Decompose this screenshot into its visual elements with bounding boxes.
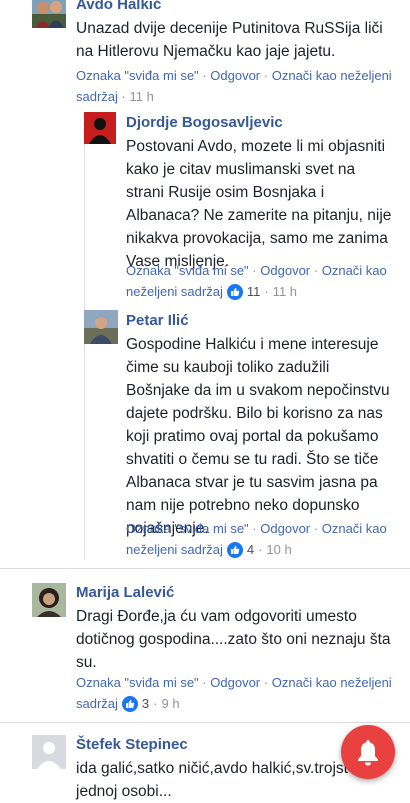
divider [0, 568, 410, 569]
mark-unwanted-action[interactable]: Označi kao neželjeni [272, 68, 392, 83]
avatar[interactable] [32, 735, 66, 769]
profile-photo-icon [32, 0, 66, 28]
comment-author[interactable]: Marija Lalević [76, 584, 174, 601]
comment-text: Dragi Đorđe,ja ću vam odgovoriti umesto … [76, 605, 406, 674]
comment-line: su. [76, 654, 97, 671]
mark-unwanted-action-cont[interactable]: sadržaj [76, 89, 118, 104]
like-count[interactable]: 3 [121, 693, 150, 714]
mark-unwanted-action-cont[interactable]: sadržaj [76, 693, 118, 714]
like-action[interactable]: Oznaka "sviđa mi se" [76, 68, 199, 83]
comment-time: 11 h [272, 284, 298, 299]
comment-line: strani Rusije osim Bosnjaka i [126, 184, 325, 201]
comment-line: shvatiti o čemu se tu radi. Što se tiče [126, 451, 379, 468]
like-count-value: 11 [246, 284, 261, 299]
thumbs-up-icon [121, 695, 138, 712]
comment-line: nam nije potrebno neko dopunsko [126, 497, 360, 514]
profile-photo-icon [84, 310, 118, 344]
comment-text: Postovani Avdo, mozete li mi objasniti k… [126, 135, 406, 273]
comment-actions: Oznaka "sviđa mi se" · Odgovor · Označi … [76, 672, 406, 714]
comment-text: Gospodine Halkiću i mene interesuje čime… [126, 333, 406, 540]
like-action[interactable]: Oznaka "sviđa mi se" [126, 521, 249, 536]
comment-author[interactable]: Petar Ilić [126, 312, 189, 329]
profile-photo-icon [32, 583, 66, 617]
reply-action[interactable]: Odgovor [210, 675, 260, 690]
comment-line: Dragi Đorđe,ja ću vam odgovoriti umesto [76, 608, 357, 625]
comment-line: na Hitlerovu Njemačku kao jaje jajetu. [76, 43, 336, 60]
comment-line: koji pratimo ovaj portal da pokušamo [126, 428, 379, 445]
avatar[interactable] [84, 310, 118, 344]
divider [0, 722, 410, 723]
comment-line: Unazad dvije decenije Putinitova RuSSija… [76, 20, 383, 37]
comment-author[interactable]: Štefek Stepinec [76, 736, 188, 753]
mark-unwanted-action[interactable]: Označi kao [322, 521, 387, 536]
comment-line: dotičnog gospodina....zato što oni nezna… [76, 631, 391, 648]
comment-author[interactable]: Djordje Bogosavljevic [126, 114, 283, 131]
comment-time: 9 h [161, 696, 180, 711]
comment-actions: Oznaka "sviđa mi se" · Odgovor · Označi … [76, 68, 392, 104]
comment-line: Albanaca stvar je tu sasvim jasna pa [126, 474, 378, 491]
mark-unwanted-action-cont[interactable]: neželjeni sadržaj [126, 281, 223, 302]
reply-action[interactable]: Odgovor [210, 68, 260, 83]
mark-unwanted-action[interactable]: Označi kao neželjeni [272, 675, 392, 690]
default-avatar-icon [32, 735, 66, 769]
comment-actions: Oznaka "sviđa mi se" · Odgovor · Označi … [126, 260, 406, 302]
like-count[interactable]: 11 [226, 281, 261, 302]
comment-time: 11 h [129, 89, 154, 104]
comment-line: Postovani Avdo, mozete li mi objasniti [126, 138, 386, 155]
like-action[interactable]: Oznaka "sviđa mi se" [76, 675, 199, 690]
thumbs-up-icon [226, 541, 243, 558]
comment-time: 10 h [266, 542, 292, 557]
avatar[interactable] [32, 0, 66, 28]
like-action[interactable]: Oznaka "sviđa mi se" [126, 263, 249, 278]
comment-actions: Oznaka "sviđa mi se" · Odgovor · Označi … [126, 518, 406, 560]
like-count-value: 3 [141, 696, 150, 711]
reply-action[interactable]: Odgovor [260, 263, 310, 278]
notification-button[interactable] [341, 725, 395, 779]
comment-line: nikakva provokacija, samo me zanima [126, 230, 388, 247]
like-count[interactable]: 4 [226, 539, 255, 560]
mark-unwanted-action-cont[interactable]: neželjeni sadržaj [126, 539, 223, 560]
comment-line: Gospodine Halkiću i mene interesuje [126, 336, 379, 353]
profile-photo-icon [84, 112, 116, 144]
avatar[interactable] [32, 583, 66, 617]
comment-line: čime su kauboji toliko zadužili [126, 359, 330, 376]
comment-line: Bošnjake da im u svakom nepočinstvu [126, 382, 390, 399]
comment-text: Unazad dvije decenije Putinitova RuSSija… [76, 17, 396, 63]
comment-author[interactable]: Avdo Halkić [76, 0, 161, 13]
comment-line: kako je citav muslimanski svet na [126, 161, 356, 178]
like-count-value: 4 [246, 542, 255, 557]
thumbs-up-icon [226, 283, 243, 300]
avatar[interactable] [84, 112, 116, 144]
comment-line: Albanaca? Ne zamerite na pitanju, nije [126, 207, 392, 224]
mark-unwanted-action[interactable]: Označi kao [322, 263, 387, 278]
reply-action[interactable]: Odgovor [260, 521, 310, 536]
bell-icon [358, 740, 378, 766]
comment-line: dajete podršku. Bilo bi korisno za nas [126, 405, 383, 422]
